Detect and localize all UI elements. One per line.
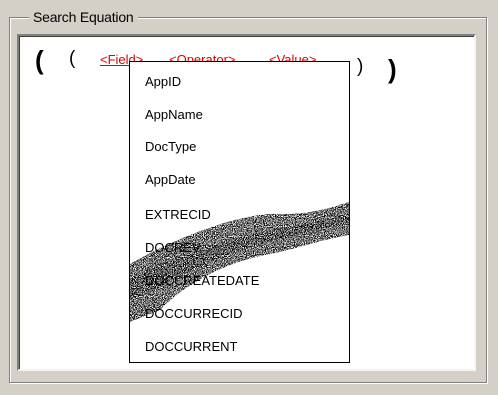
dropdown-item-docrev[interactable]: DOCREV [145, 240, 201, 256]
dropdown-item-appid[interactable]: AppID [145, 74, 181, 90]
outer-open-paren[interactable]: ( [35, 47, 44, 73]
inner-open-paren[interactable]: ( [69, 49, 75, 68]
dropdown-item-doctype[interactable]: DocType [145, 139, 196, 155]
dropdown-item-doccurrent[interactable]: DOCCURRENT [145, 339, 237, 355]
search-equation-title: Search Equation [29, 8, 138, 26]
dropdown-item-extrecid[interactable]: EXTRECID [145, 207, 211, 223]
dropdown-item-doccreatedate[interactable]: DOCCREATEDATE [145, 273, 259, 289]
outer-close-paren[interactable]: ) [388, 56, 397, 82]
field-dropdown-list[interactable]: AppID AppName DocType AppDate EXTRECID D… [129, 61, 350, 363]
dropdown-item-appname[interactable]: AppName [145, 107, 203, 123]
inner-close-paren[interactable]: ) [357, 57, 363, 76]
dropdown-item-doccurrecid[interactable]: DOCCURRECID [145, 306, 243, 322]
dropdown-item-appdate[interactable]: AppDate [145, 172, 196, 188]
